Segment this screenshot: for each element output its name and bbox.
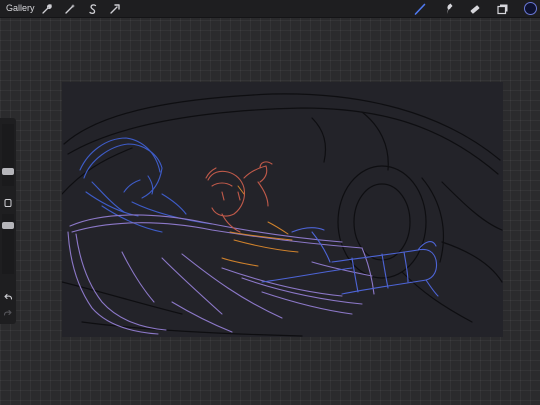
brush-size-slider-thumb[interactable] [2, 168, 14, 175]
drawing-canvas[interactable] [62, 82, 503, 337]
sketch-figure-small [205, 161, 273, 233]
brush-icon[interactable] [413, 2, 427, 16]
brush-size-slider[interactable] [2, 124, 14, 186]
gallery-button[interactable]: Gallery [6, 3, 35, 13]
selection-icon[interactable] [86, 2, 100, 16]
eraser-icon[interactable] [468, 2, 482, 16]
color-swatch[interactable] [524, 2, 537, 15]
sketch-extended-leg [261, 227, 439, 297]
modify-button[interactable] [3, 198, 13, 208]
layers-icon[interactable] [496, 2, 510, 16]
sidebar [0, 118, 16, 324]
magic-wand-icon[interactable] [63, 2, 77, 16]
wrench-icon[interactable] [40, 2, 54, 16]
redo-button[interactable] [3, 308, 13, 318]
sketch-figure-front [67, 214, 375, 335]
transform-icon[interactable] [108, 2, 122, 16]
sketch-accent-orange [221, 185, 299, 267]
top-toolbar: Gallery [0, 0, 540, 18]
sketch-artwork [62, 93, 503, 337]
opacity-slider-thumb[interactable] [2, 221, 14, 229]
undo-button[interactable] [3, 292, 13, 302]
smudge-icon[interactable] [441, 2, 455, 16]
